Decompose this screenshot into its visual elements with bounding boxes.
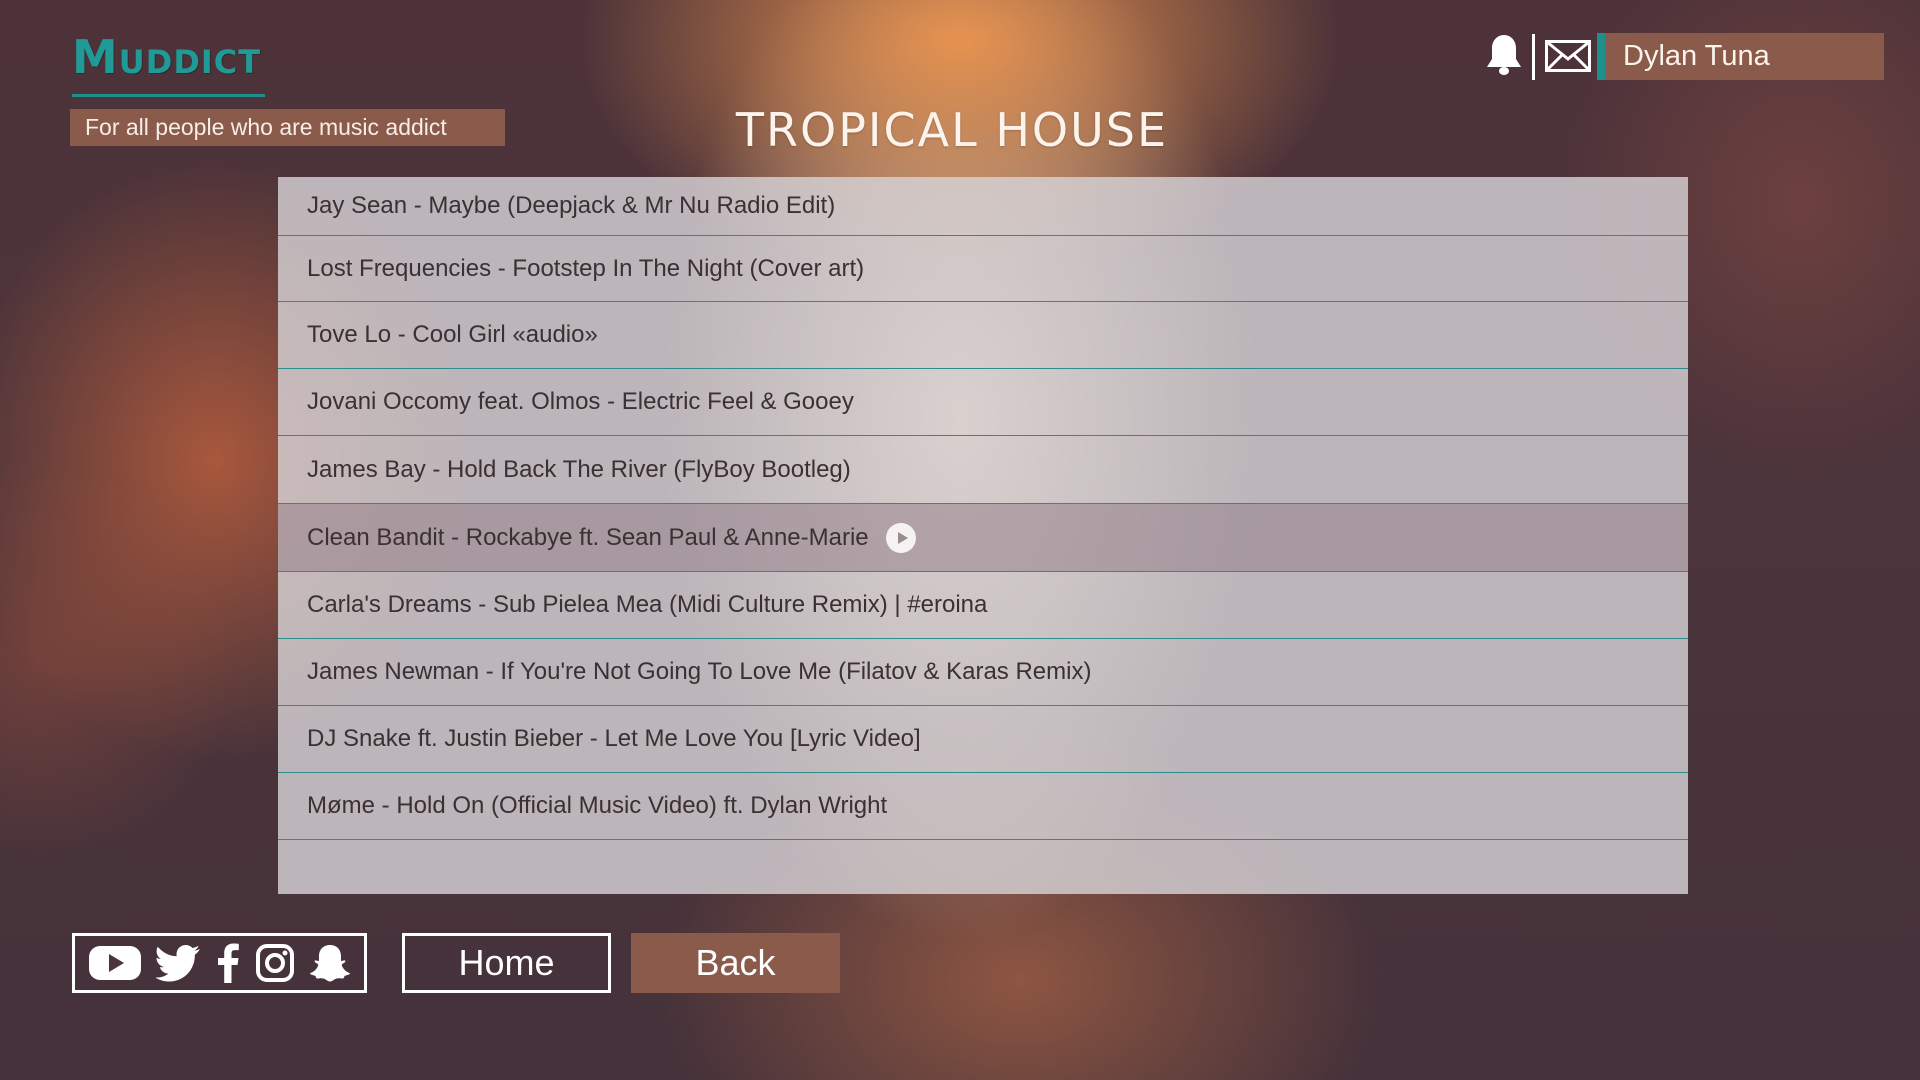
track-item[interactable]: James Newman - If You're Not Going To Lo… (278, 639, 1688, 706)
track-item[interactable]: Tove Lo - Cool Girl «audio» (278, 302, 1688, 369)
track-item-selected[interactable]: Clean Bandit - Rockabye ft. Sean Paul & … (278, 504, 1688, 572)
snapchat-icon[interactable] (309, 943, 351, 983)
track-title: Jovani Occomy feat. Olmos - Electric Fee… (307, 388, 854, 415)
bell-icon[interactable] (1484, 33, 1524, 77)
track-item[interactable]: Carla's Dreams - Sub Pielea Mea (Midi Cu… (278, 572, 1688, 639)
instagram-icon[interactable] (255, 943, 295, 983)
track-item[interactable]: Jay Sean - Maybe (Deepjack & Mr Nu Radio… (278, 177, 1688, 236)
social-links (72, 933, 367, 993)
track-list: Jay Sean - Maybe (Deepjack & Mr Nu Radio… (278, 177, 1688, 894)
track-title: James Newman - If You're Not Going To Lo… (307, 658, 1092, 685)
page-title: TROPICAL HOUSE (735, 103, 1169, 157)
track-title: DJ Snake ft. Justin Bieber - Let Me Love… (307, 725, 921, 752)
track-item[interactable]: Møme - Hold On (Official Music Video) ft… (278, 773, 1688, 840)
user-name-button[interactable]: Dylan Tuna (1597, 33, 1884, 80)
facebook-icon[interactable] (216, 943, 240, 983)
logo-text: Muddict (72, 30, 262, 84)
home-button[interactable]: Home (402, 933, 611, 993)
logo[interactable]: Muddict (72, 24, 266, 97)
track-item[interactable]: James Bay - Hold Back The River (FlyBoy … (278, 436, 1688, 504)
track-item[interactable]: Jovani Occomy feat. Olmos - Electric Fee… (278, 369, 1688, 436)
play-icon[interactable] (885, 522, 916, 553)
back-button[interactable]: Back (631, 933, 840, 993)
track-item[interactable]: DJ Snake ft. Justin Bieber - Let Me Love… (278, 706, 1688, 773)
track-title: Møme - Hold On (Official Music Video) ft… (307, 792, 888, 819)
youtube-icon[interactable] (88, 943, 142, 983)
twitter-icon[interactable] (156, 943, 202, 983)
track-title: Tove Lo - Cool Girl «audio» (307, 321, 598, 348)
track-title: Jay Sean - Maybe (Deepjack & Mr Nu Radio… (307, 192, 836, 219)
track-title: James Bay - Hold Back The River (FlyBoy … (307, 455, 851, 483)
track-title: Lost Frequencies - Footstep In The Night… (307, 254, 865, 282)
header-divider (1532, 34, 1535, 80)
track-title: Carla's Dreams - Sub Pielea Mea (Midi Cu… (307, 591, 988, 618)
track-title: Clean Bandit - Rockabye ft. Sean Paul & … (307, 523, 869, 551)
mail-icon[interactable] (1545, 40, 1591, 72)
track-item[interactable]: Lost Frequencies - Footstep In The Night… (278, 236, 1688, 302)
